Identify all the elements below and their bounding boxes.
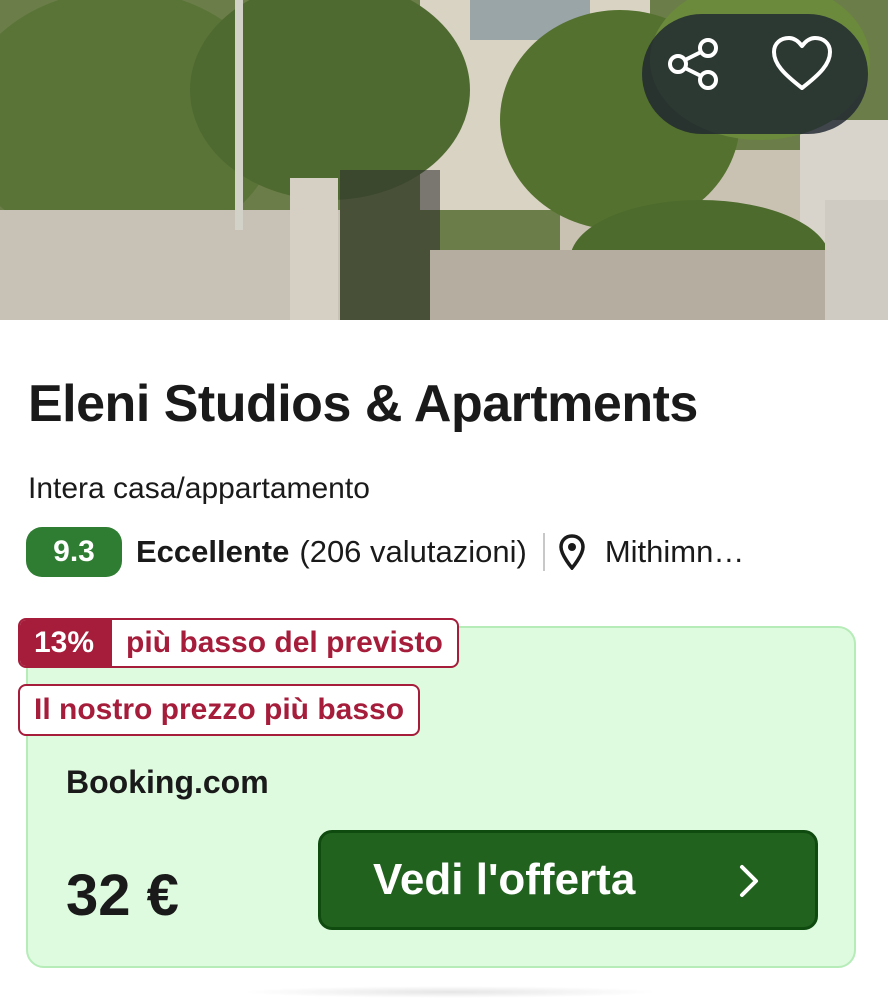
property-photo[interactable] — [0, 0, 888, 320]
property-type: Intera casa/appartamento — [28, 472, 370, 505]
location-text: Mithimn… — [604, 534, 745, 569]
rating-row: 9.3 Eccellente (206 valutazioni) Mithimn… — [26, 527, 744, 577]
deal-text: più basso del previsto — [126, 626, 443, 659]
provider-name: Booking.com — [66, 764, 269, 800]
rating-count: (206 valutazioni) — [299, 534, 527, 569]
lowest-price-tag: Il nostro prezzo più basso — [18, 684, 421, 736]
rating-word: Eccellente — [136, 534, 290, 569]
location-pin-icon — [559, 534, 585, 570]
card-shadow — [240, 986, 660, 998]
deal-tag: 13% più basso del previsto — [18, 618, 459, 668]
view-offer-button[interactable]: Vedi l'offerta — [318, 830, 818, 930]
heart-icon — [772, 36, 832, 90]
deal-percent: 13% — [20, 620, 113, 666]
share-button[interactable] — [664, 34, 744, 114]
chevron-right-icon — [737, 863, 761, 904]
property-name[interactable]: Eleni Studios & Apartments — [28, 374, 698, 434]
favorite-button[interactable] — [770, 34, 850, 114]
view-offer-label: Vedi l'offerta — [373, 855, 636, 904]
share-icon — [668, 38, 718, 90]
review-score-badge: 9.3 — [26, 527, 122, 577]
offer-price: 32 € — [66, 863, 179, 928]
divider — [542, 533, 545, 571]
photo-actions — [642, 14, 868, 134]
